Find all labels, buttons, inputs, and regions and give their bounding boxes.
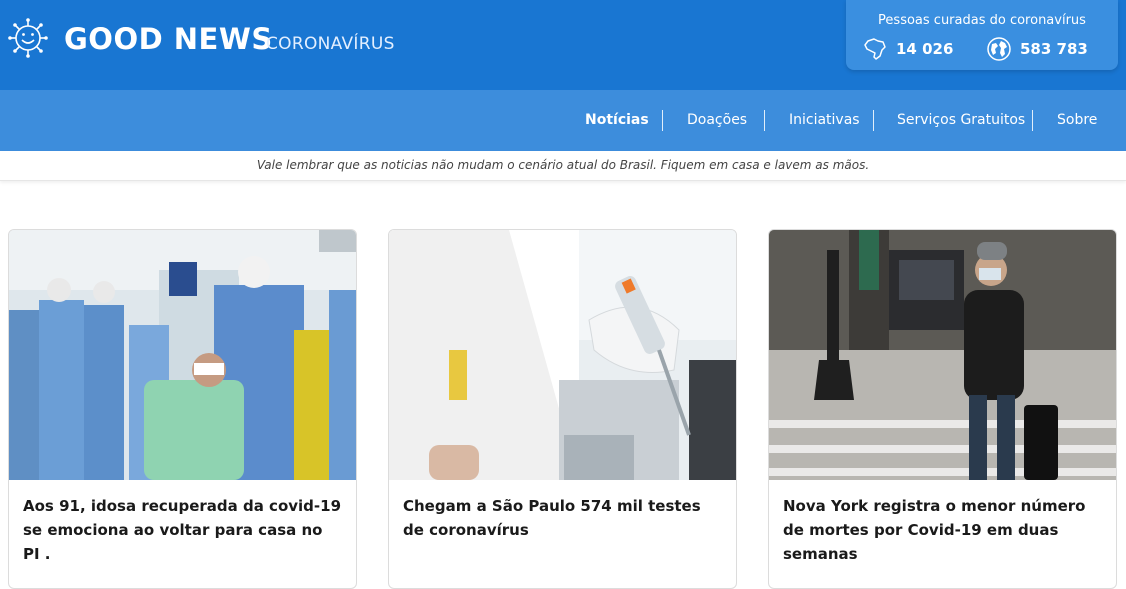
nav-divider xyxy=(662,110,663,131)
brazil-recovered-count: 14 026 xyxy=(896,40,954,58)
notice-bar: Vale lembrar que as noticias não mudam o… xyxy=(0,151,1126,181)
brazil-map-icon xyxy=(864,38,886,60)
nav-divider xyxy=(1032,110,1033,131)
news-card[interactable]: Aos 91, idosa recuperada da covid-19 se … xyxy=(8,229,357,589)
main-nav: Notícias Doações Iniciativas Serviços Gr… xyxy=(0,90,1126,151)
news-card[interactable]: Chegam a São Paulo 574 mil testes de cor… xyxy=(388,229,737,589)
brand-subtitle: CORONAVÍRUS xyxy=(266,34,395,54)
nav-divider xyxy=(764,110,765,131)
recovered-stats-panel: Pessoas curadas do coronavírus 14 026 58… xyxy=(846,0,1118,70)
news-card-image[interactable] xyxy=(769,230,1116,480)
nav-item-noticias[interactable]: Notícias xyxy=(585,90,649,151)
news-card-title[interactable]: Nova York registra o menor número de mor… xyxy=(783,494,1103,566)
stats-title: Pessoas curadas do coronavírus xyxy=(878,13,1086,28)
nav-item-doacoes[interactable]: Doações xyxy=(687,90,747,151)
nav-divider xyxy=(873,110,874,131)
nav-item-servicos-gratuitos[interactable]: Serviços Gratuitos xyxy=(897,90,1025,151)
notice-text: Vale lembrar que as noticias não mudam o… xyxy=(256,158,870,172)
news-card[interactable]: Nova York registra o menor número de mor… xyxy=(768,229,1117,589)
globe-icon xyxy=(987,37,1011,61)
new-york-street-photo xyxy=(769,230,1116,480)
brand-title[interactable]: GOOD NEWS xyxy=(64,22,273,56)
news-card-title[interactable]: Chegam a São Paulo 574 mil testes de cor… xyxy=(403,494,723,542)
news-card-image[interactable] xyxy=(389,230,736,480)
news-card-title[interactable]: Aos 91, idosa recuperada da covid-19 se … xyxy=(23,494,343,566)
top-header: GOOD NEWS CORONAVÍRUS Pessoas curadas do… xyxy=(0,0,1126,90)
world-recovered-count: 583 783 xyxy=(1020,40,1088,58)
hospital-photo xyxy=(9,230,356,480)
world-recovered-stat: 583 783 xyxy=(986,36,1088,62)
virus-smile-icon[interactable] xyxy=(8,18,48,58)
news-card-image[interactable] xyxy=(9,230,356,480)
nav-item-iniciativas[interactable]: Iniciativas xyxy=(789,90,860,151)
brazil-recovered-stat: 14 026 xyxy=(862,36,953,62)
lab-pipette-photo xyxy=(389,230,736,480)
nav-item-sobre[interactable]: Sobre xyxy=(1057,90,1097,151)
